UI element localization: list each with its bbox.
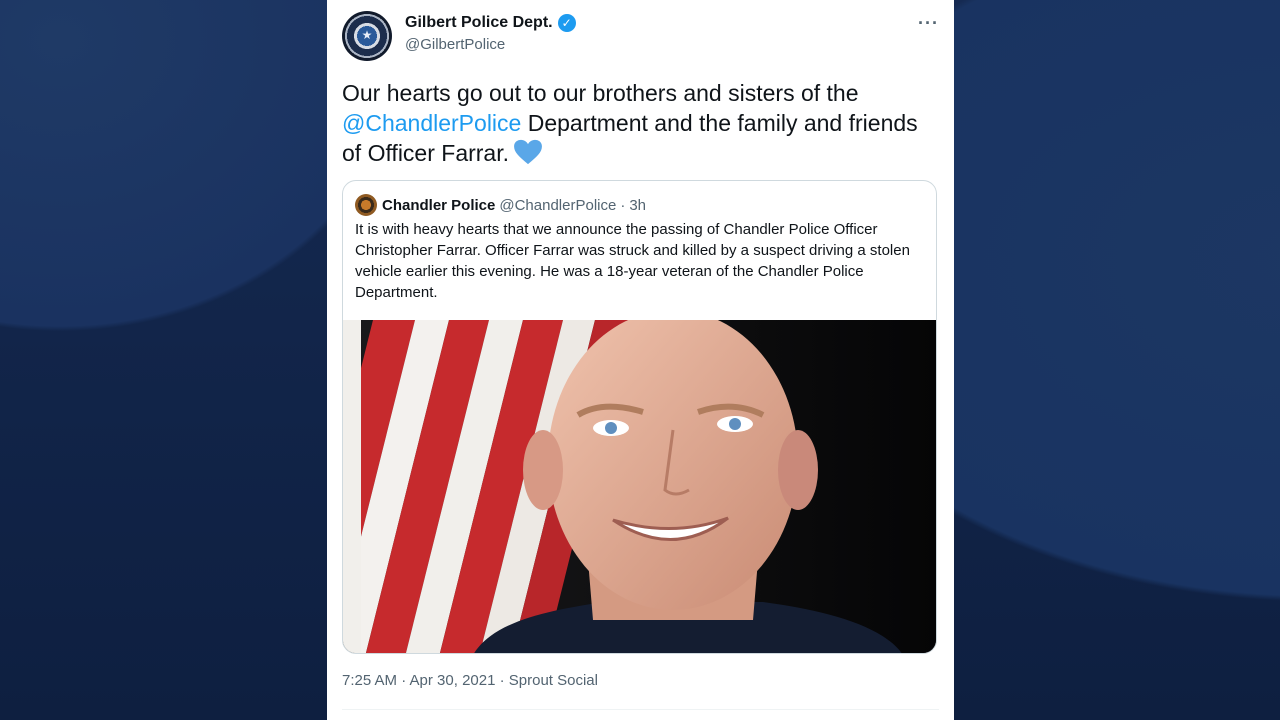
name-row: Gilbert Police Dept. ✓ [405,14,576,32]
user-handle[interactable]: @GilbertPolice [405,36,505,53]
badge-emblem-icon: ★ [361,28,373,42]
quoted-time: 3h [629,196,647,214]
gilbert-police-avatar[interactable]: ★ [342,11,392,61]
blue-heart-icon [514,139,542,165]
tweet-text: Our hearts go out to our brothers and si… [342,78,942,168]
quoted-handle: @ChandlerPolice [499,196,617,214]
quoted-header: Chandler Police @ChandlerPolice · 3h [355,194,646,216]
quoted-separator: · [620,196,626,214]
officer-photo-image [343,310,936,653]
verified-badge-icon: ✓ [557,14,576,32]
chandler-police-avatar [355,194,377,216]
quoted-display-name: Chandler Police [382,196,496,214]
officer-photo[interactable] [343,310,936,653]
tweet-header: ★ Gilbert Police Dept. ✓ @GilbertPolice … [342,11,942,61]
display-name[interactable]: Gilbert Police Dept. [405,14,553,32]
quoted-text: It is with heavy hearts that we announce… [355,221,910,301]
more-options-icon[interactable]: ··· [918,13,939,34]
quoted-tweet[interactable]: Chandler Police @ChandlerPolice · 3h It … [342,180,937,654]
tweet-timestamp[interactable]: 7:25 AM · Apr 30, 2021 · Sprout Social [342,672,598,689]
mention-link[interactable]: @ChandlerPolice [342,110,521,136]
tweet-card: ★ Gilbert Police Dept. ✓ @GilbertPolice … [327,0,954,720]
divider [342,709,939,710]
tweet-text-part1: Our hearts go out to our brothers and si… [342,80,859,106]
